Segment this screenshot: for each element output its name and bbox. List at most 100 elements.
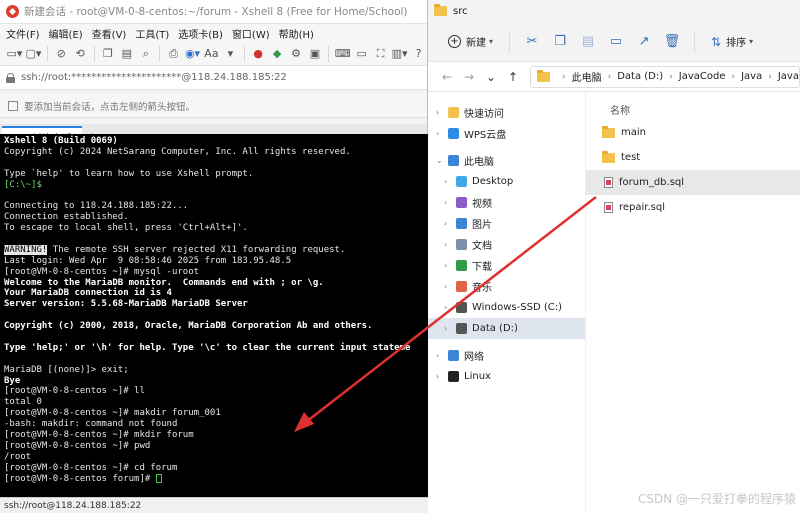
xshell-icon[interactable]: ● [250,45,267,63]
sidebar-item[interactable]: › 下载 [428,255,585,276]
open-folder-icon[interactable]: ▢▾ [25,45,42,63]
terminal-line: To escape to local shell, press 'Ctrl+Al… [4,223,248,234]
watermark: CSDN @一只爱打拳的程序猿 [637,492,796,506]
chevron-right-icon[interactable]: › [444,303,456,312]
xshell-window: 新建会话 - root@VM-0-8-centos:~/forum - Xshe… [0,0,428,513]
terminal-line: [root@VM-0-8-centos ~]# makdir forum_001 [4,408,221,419]
paste-file-icon[interactable]: ▤ [576,29,600,55]
breadcrumb-item[interactable]: 此电脑 [572,69,602,84]
help-icon[interactable]: ? [410,45,427,63]
menu-view[interactable]: 查看(V) [92,26,127,41]
column-header-name[interactable]: 名称 [586,98,800,120]
sidebar-item[interactable]: › 文档 [428,234,585,255]
menu-window[interactable]: 窗口(W) [232,26,270,41]
chevron-right-icon[interactable]: › [436,372,448,381]
chevron-down-icon: ▾ [489,37,494,46]
sidebar-item[interactable]: › Data (D:) [428,318,585,339]
sidebar-item[interactable]: › Windows-SSD (C:) [428,297,585,318]
terminal-output[interactable]: Xshell 8 (Build 0069) Copyright (c) 2024 … [0,134,428,497]
chevron-right-icon[interactable]: › [444,240,456,249]
warning-badge: WARNING! [4,244,48,255]
sidebar-item[interactable]: › Linux [428,366,585,387]
terminal-line: [root@VM-0-8-centos ~]# ll [4,386,145,397]
menu-edit[interactable]: 编辑(E) [49,26,83,41]
file-item[interactable]: repair.sql [586,195,800,220]
breadcrumb-item[interactable]: Java [741,71,762,82]
terminal-line: Copyright (c) 2024 NetSarang Computer, I… [4,146,351,157]
chevron-right-icon[interactable]: › [444,219,456,228]
breadcrumb-item[interactable]: JavaEE [778,71,799,82]
breadcrumb[interactable]: › 此电脑 › Data (D:) › JavaCode › Java › Ja… [530,65,800,88]
file-item[interactable]: test [586,145,800,170]
sidebar-item[interactable]: › 快速访问 [428,102,585,123]
layout-icon[interactable]: ▥▾ [391,45,408,63]
sidebar-item[interactable]: › 图片 [428,213,585,234]
chevron-right-icon[interactable]: › [444,282,456,291]
font-icon[interactable]: Aa [203,45,220,63]
keyboard-icon[interactable]: ⌨ [334,45,351,63]
sidebar-item[interactable]: › 音乐 [428,276,585,297]
new-button[interactable]: + 新建 ▾ [442,29,499,55]
globe-icon[interactable]: ◉▾ [184,45,201,63]
up-icon[interactable]: ↑ [502,66,524,88]
chevron-right-icon[interactable]: › [444,177,456,186]
breadcrumb-item[interactable]: JavaCode [679,71,726,82]
sidebar-item[interactable]: › Desktop [428,171,585,192]
fullscreen-icon[interactable]: ⛶ [372,45,389,63]
print-icon[interactable]: ⎙ [165,45,182,63]
paste-icon[interactable]: ▤ [118,45,135,63]
sidebar-item[interactable]: › 视频 [428,192,585,213]
sidebar-item[interactable]: › WPS云盘 [428,123,585,144]
properties-icon[interactable]: ▾ [222,45,239,63]
share-icon[interactable]: ↗ [632,29,656,55]
back-icon[interactable]: ← [436,66,458,88]
sidebar-item[interactable]: › 网络 [428,345,585,366]
chevron-down-icon[interactable]: ⌄ [480,66,502,88]
file-item[interactable]: forum_db.sql [586,170,800,195]
lock-icon [6,72,15,83]
reconnect-icon[interactable]: ⟲ [72,45,89,63]
sidebar-item[interactable]: ⌄ 此电脑 [428,150,585,171]
sql-file-icon [604,202,613,213]
drive-icon [456,302,467,313]
menu-tabs[interactable]: 选项卡(B) [178,26,223,41]
chevron-right-icon[interactable]: › [444,261,456,270]
find-icon[interactable]: ⌕ [137,45,154,63]
terminal-line: Copyright (c) 2000, 2018, Oracle, MariaD… [4,321,373,332]
status-bar: ssh://root@118.24.188.185:22 [0,497,428,513]
delete-icon[interactable]: 🗑 [660,29,684,55]
rename-icon[interactable]: ▭ [604,29,628,55]
menu-file[interactable]: 文件(F) [6,26,40,41]
menu-tools[interactable]: 工具(T) [135,26,169,41]
network-icon [448,350,459,361]
copy-icon[interactable]: ❐ [99,45,116,63]
new-session-icon[interactable]: ▭▾ [6,45,23,63]
breadcrumb-item[interactable]: Data (D:) [617,71,663,82]
script-icon[interactable]: ⚙ [288,45,305,63]
menu-help[interactable]: 帮助(H) [279,26,314,41]
chevron-right-icon[interactable]: › [436,129,448,138]
hint-text: 要添加当前会话，点击左侧的箭头按钮。 [24,101,196,113]
sidebar-item-label: 此电脑 [464,157,494,168]
chevron-right-icon[interactable]: › [436,351,448,360]
bookmark-icon[interactable] [8,100,18,111]
terminal-line: total 0 [4,397,42,408]
forward-icon[interactable]: → [458,66,480,88]
chevron-down-icon[interactable]: ⌄ [436,156,448,165]
file-item[interactable]: main [586,120,800,145]
xshell-toolbar: ▭▾ ▢▾ ⊘ ⟲ ❐ ▤ ⌕ ⎙ ◉▾ Aa ▾ ● ◆ ⚙ ▣ ⌨ ▭ ⛶ … [0,42,427,66]
disconnect-icon[interactable]: ⊘ [53,45,70,63]
sidebar-item-label: Data (D:) [472,323,518,334]
copy-file-icon[interactable]: ❐ [548,29,572,55]
sidebar-item-label: 图片 [472,220,492,231]
file-name: test [621,152,641,163]
cut-icon[interactable]: ✂ [520,29,544,55]
chevron-right-icon[interactable]: › [436,108,448,117]
chevron-right-icon[interactable]: › [444,324,456,333]
chevron-right-icon[interactable]: › [444,198,456,207]
address-bar[interactable]: ssh://root:**********************@118.24… [0,66,427,90]
lock-toolbar-icon[interactable]: ▣ [307,45,324,63]
sort-button[interactable]: ⇅ 排序 ▾ [705,29,759,55]
xftp-icon[interactable]: ◆ [269,45,286,63]
compose-icon[interactable]: ▭ [353,45,370,63]
